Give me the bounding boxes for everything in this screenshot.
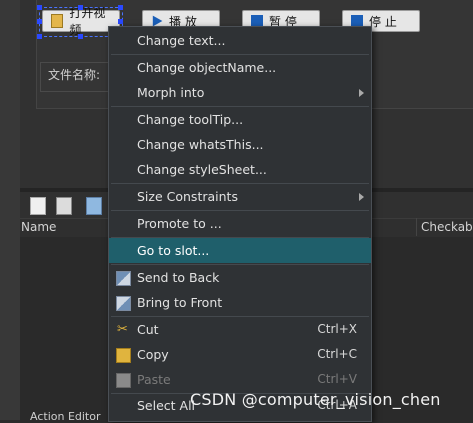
menu-item-label: Morph into xyxy=(137,85,205,100)
menu-item-label: Size Constraints xyxy=(137,189,238,204)
menu-item-label: Change whatsThis... xyxy=(137,137,264,152)
context-menu: Change text... Change objectName... Morp… xyxy=(108,26,372,422)
menu-item-cut[interactable]: ✂ Cut Ctrl+X xyxy=(109,317,371,342)
menu-item-label: Bring to Front xyxy=(137,295,223,310)
selection-handle[interactable] xyxy=(37,34,42,39)
new-document-icon[interactable] xyxy=(30,197,46,215)
selection-handle[interactable] xyxy=(118,5,123,10)
menu-item-label: Paste xyxy=(137,372,171,387)
menu-item-change-tooltip[interactable]: Change toolTip... xyxy=(109,107,371,132)
menu-item-morph-into[interactable]: Morph into xyxy=(109,80,371,105)
menu-item-label: Change text... xyxy=(137,33,226,48)
menu-item-go-to-slot[interactable]: Go to slot... xyxy=(109,238,371,263)
selection-handle[interactable] xyxy=(37,19,42,24)
menu-item-send-to-back[interactable]: Send to Back xyxy=(109,265,371,290)
menu-item-label: Change toolTip... xyxy=(137,112,244,127)
left-dock-edge xyxy=(0,0,21,420)
scissors-icon: ✂ xyxy=(117,322,128,337)
copy-document-icon[interactable] xyxy=(56,197,72,215)
column-header-checkable[interactable]: Checkable xyxy=(421,220,473,234)
menu-item-copy[interactable]: Copy Ctrl+C xyxy=(109,342,371,367)
bring-to-front-icon xyxy=(116,296,131,311)
menu-item-label: Change objectName... xyxy=(137,60,277,75)
copy-icon xyxy=(116,348,131,363)
menu-item-change-whatsthis[interactable]: Change whatsThis... xyxy=(109,132,371,157)
action-editor-tab[interactable]: Action Editor xyxy=(30,410,101,423)
selection-handle[interactable] xyxy=(37,5,42,10)
submenu-arrow-icon xyxy=(359,89,364,97)
selection-handle[interactable] xyxy=(78,5,83,10)
settings-icon[interactable] xyxy=(86,197,102,215)
menu-item-size-constraints[interactable]: Size Constraints xyxy=(109,184,371,209)
column-header-name[interactable]: Name xyxy=(21,220,56,234)
column-divider xyxy=(416,218,417,236)
shortcut-label: Ctrl+C xyxy=(317,347,357,361)
paste-icon xyxy=(116,373,131,388)
menu-item-change-stylesheet[interactable]: Change styleSheet... xyxy=(109,157,371,182)
shortcut-label: Ctrl+V xyxy=(317,372,357,386)
menu-item-label: Cut xyxy=(137,322,159,337)
menu-item-promote-to[interactable]: Promote to ... xyxy=(109,211,371,236)
menu-item-label: Select All xyxy=(137,398,196,413)
menu-item-label: Copy xyxy=(137,347,169,362)
submenu-arrow-icon xyxy=(359,193,364,201)
menu-item-label: Send to Back xyxy=(137,270,220,285)
stop-label: 停 止 xyxy=(369,14,397,29)
shortcut-label: Ctrl+X xyxy=(317,322,357,336)
menu-item-bring-to-front[interactable]: Bring to Front xyxy=(109,290,371,315)
menu-item-label: Promote to ... xyxy=(137,216,222,231)
selection-handle[interactable] xyxy=(78,34,83,39)
send-to-back-icon xyxy=(116,271,131,286)
file-name-label: 文件名称: xyxy=(48,68,101,82)
menu-item-change-objectname[interactable]: Change objectName... xyxy=(109,55,371,80)
menu-item-label: Go to slot... xyxy=(137,243,210,258)
menu-item-label: Change styleSheet... xyxy=(137,162,267,177)
watermark-text: CSDN @computer_vision_chen xyxy=(190,390,441,409)
menu-item-paste: Paste Ctrl+V xyxy=(109,367,371,392)
menu-item-change-text[interactable]: Change text... xyxy=(109,28,371,53)
selection-handle[interactable] xyxy=(118,19,123,24)
